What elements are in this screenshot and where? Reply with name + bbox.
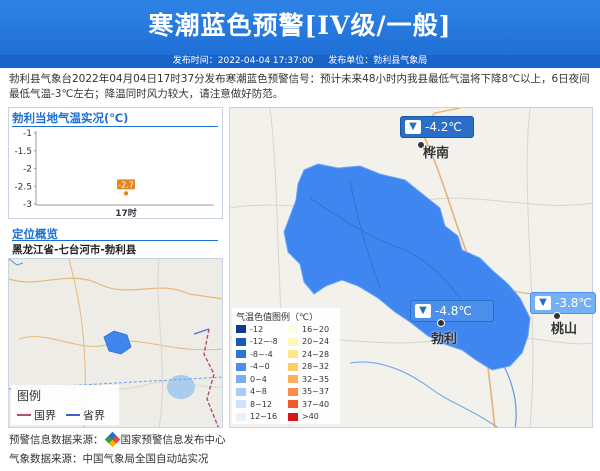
arrow-down-icon: ▼: [405, 120, 421, 134]
legend-swatch: [236, 412, 246, 421]
legend-label: 37~40: [302, 399, 330, 409]
legend-item: 4~8: [236, 387, 267, 397]
warning-source-org[interactable]: 国家预警信息发布中心: [121, 432, 226, 447]
legend-item: -12~-8: [236, 337, 278, 347]
callout-value: -4.2℃: [425, 120, 462, 134]
legend-title: 气温色值图例（℃）: [236, 313, 319, 323]
arrow-down-icon: ▼: [415, 304, 431, 318]
weather-source: 气象数据来源：中国气象局全国自动站实况: [9, 453, 209, 465]
legend-swatch: [288, 325, 298, 333]
location-title-underline: [12, 240, 218, 241]
temperature-color-legend: 气温色值图例（℃） -12 -12~-8 -8~-4 -4~0 0~4 4~8 8~12 12…: [232, 308, 340, 424]
legend-swatch: [236, 387, 246, 396]
country-border-swatch: [17, 414, 31, 416]
legend-item: >40: [288, 412, 319, 422]
y-tick-label: -1.5: [14, 147, 32, 157]
publish-time: 发布时间：2022-04-04 17:37:00: [172, 56, 314, 66]
city-label-boli: 勃利: [431, 332, 458, 347]
legend-swatch: [288, 337, 298, 346]
legend-label: 0~4: [250, 374, 267, 384]
legend-country-label: 国界: [34, 409, 56, 422]
warning-source-label: 预警信息数据来源：: [9, 434, 104, 446]
legend-swatch: [236, 325, 246, 333]
legend-item: 35~37: [288, 387, 329, 397]
legend-label: -12: [250, 324, 264, 334]
legend-swatch: [288, 362, 298, 371]
province-border-swatch: [66, 414, 80, 416]
legend-label: 35~37: [302, 387, 330, 396]
warning-description: 勃利县气象台2022年04月04日17时37分发布寒潮蓝色预警信号：预计未来48…: [9, 73, 590, 100]
y-tick-label: -1: [23, 129, 32, 139]
arrow-down-icon: ▼: [535, 296, 551, 310]
temp-data-point[interactable]: [123, 191, 129, 196]
legend-swatch: [288, 400, 298, 408]
page-title: 寒潮蓝色预警[IV级/一般]: [148, 11, 452, 40]
y-tick-label: -2.5: [14, 182, 32, 192]
publish-info-bar: 发布时间：2022-04-04 17:37:00 发布单位：勃利县气象局: [0, 55, 600, 68]
warning-center-logo-icon: [104, 431, 120, 448]
legend-swatch: [236, 350, 246, 358]
legend-swatch: [288, 350, 298, 358]
location-legend-title: 图例: [17, 389, 42, 403]
callout-value: -3.8℃: [555, 296, 592, 310]
legend-item: 8~12: [236, 399, 272, 409]
data-label: -2.7: [118, 180, 134, 189]
legend-item: -4~0: [236, 362, 270, 372]
legend-label: 32~35: [302, 374, 330, 384]
x-tick-label: 17时: [115, 207, 137, 219]
legend-swatch: [288, 375, 298, 383]
legend-label: 28~32: [302, 362, 330, 371]
legend-swatch: [236, 375, 246, 383]
y-tick-label: -3: [23, 200, 32, 210]
legend-swatch: [288, 412, 298, 421]
temp-callout-boli[interactable]: ▼ -4.8℃: [410, 300, 494, 322]
legend-province-label: 省界: [83, 409, 105, 422]
legend-swatch: [236, 337, 246, 346]
legend-item: 32~35: [288, 374, 329, 384]
legend-swatch: [288, 387, 298, 396]
legend-label: 20~24: [302, 337, 330, 346]
callout-value: -4.8℃: [435, 304, 472, 318]
legend-item: 28~32: [288, 362, 329, 372]
legend-label: -4~0: [250, 362, 270, 371]
legend-item: 20~24: [288, 337, 329, 347]
temp-callout-taoshan[interactable]: ▼ -3.8℃: [530, 292, 596, 314]
warning-banner: 寒潮蓝色预警[IV级/一般]: [0, 0, 600, 56]
city-label-huanan: 桦南: [423, 146, 450, 161]
legend-swatch: [236, 362, 246, 371]
legend-label: 12~16: [250, 412, 278, 421]
location-path: 黑龙江省-七台河市-勃利县: [12, 244, 137, 256]
city-label-taoshan: 桃山: [551, 322, 578, 337]
temp-callout-huanan[interactable]: ▼ -4.2℃: [400, 116, 474, 138]
legend-item: 0~4: [236, 374, 267, 384]
legend-item: 12~16: [236, 412, 277, 422]
legend-item: -8~-4: [236, 349, 273, 359]
legend-label: -8~-4: [250, 349, 273, 359]
city-dot-boli: [437, 319, 445, 327]
legend-label: 16~20: [302, 324, 330, 334]
legend-label: 8~12: [250, 399, 272, 409]
location-legend: 图例 国界 省界: [11, 385, 119, 425]
publish-unit: 发布单位：勃利县气象局: [328, 56, 428, 66]
temp-chart-title: 勃利当地气温实况(℃): [12, 111, 129, 125]
legend-item: 16~20: [288, 324, 329, 334]
warning-source: 预警信息数据来源： 国家预警信息发布中心: [9, 431, 226, 448]
legend-item: 37~40: [288, 399, 329, 409]
legend-item: 24~28: [288, 349, 329, 359]
legend-item: -12: [236, 324, 263, 334]
legend-label: >40: [302, 412, 319, 421]
legend-label: 24~28: [302, 349, 330, 359]
temp-chart: -1 -1.5 -2 -2.5 -3 -2.7 17时: [14, 129, 214, 219]
legend-swatch: [236, 400, 246, 408]
legend-label: -12~-8: [250, 337, 278, 346]
y-tick-label: -2: [23, 165, 32, 175]
legend-label: 4~8: [250, 387, 267, 396]
